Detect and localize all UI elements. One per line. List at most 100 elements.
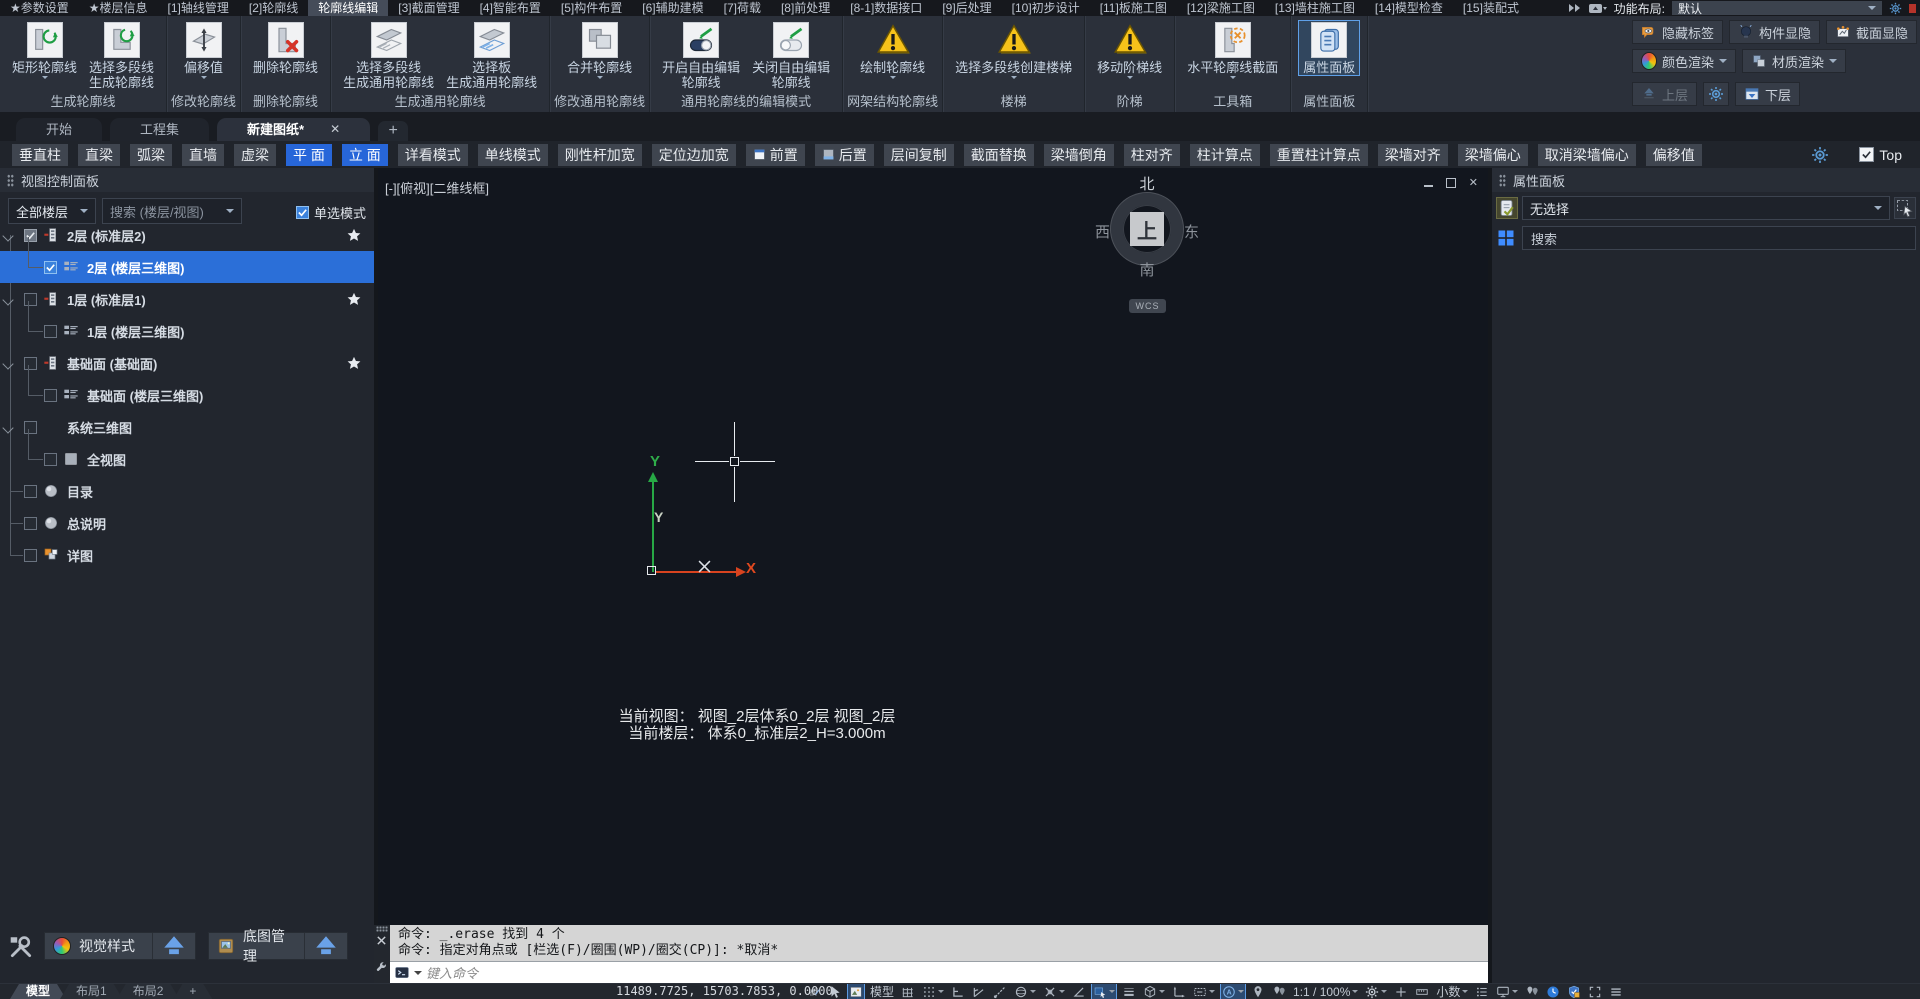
ribbon-button-选择多段线生成通用轮廓线[interactable]: 选择多段线生成通用轮廓线: [339, 21, 438, 90]
ribbon-button-水平轮廓线截面[interactable]: 水平轮廓线截面: [1183, 21, 1282, 79]
expand-up-icon[interactable]: [313, 933, 339, 959]
more-tabs-icon[interactable]: [1568, 3, 1582, 13]
menu-item-7[interactable]: [4]智能布置: [470, 0, 551, 16]
compass-south[interactable]: 南: [1139, 259, 1154, 280]
tree-row-2层-0[interactable]: 2层 (标准层2): [0, 219, 374, 251]
visual-style-button[interactable]: 视觉样式: [44, 932, 196, 960]
tree-row-系统三维图-6[interactable]: 系统三维图: [0, 411, 374, 443]
toolbar-button-刚性杆加宽[interactable]: 刚性杆加宽: [558, 144, 642, 166]
tree-row-1层-2[interactable]: 1层 (标准层1): [0, 283, 374, 315]
toolbar-button-柱对齐[interactable]: 柱对齐: [1124, 144, 1180, 166]
toolbar-button-详看模式[interactable]: 详看模式: [398, 144, 468, 166]
menu-item-6[interactable]: [3]截面管理: [388, 0, 469, 16]
layout-tab-布局2[interactable]: 布局2: [117, 984, 180, 999]
statusbar-space-label[interactable]: 模型: [869, 984, 895, 999]
ribbon-颜色渲染-button[interactable]: 颜色渲染: [1632, 49, 1736, 73]
toolbar-button-柱计算点[interactable]: 柱计算点: [1190, 144, 1260, 166]
properties-doc-icon[interactable]: [1893, 83, 1917, 107]
ribbon-构件显隐-button[interactable]: 构件显隐: [1729, 20, 1820, 44]
drag-handle-icon[interactable]: [7, 174, 14, 187]
statusbar-lineweight[interactable]: [1121, 984, 1137, 999]
ribbon-隐藏标签-button[interactable]: 隐藏标签: [1632, 20, 1723, 44]
statusbar-customization[interactable]: [1608, 984, 1624, 999]
view-compass[interactable]: 北 南 西 东 上: [1093, 173, 1201, 285]
viewport-controls-label[interactable]: [-][俯视][二维线框]: [385, 178, 489, 197]
toolbar-button-直墙[interactable]: 直墙: [182, 144, 224, 166]
menu-item-8[interactable]: [5]构件布置: [551, 0, 632, 16]
doc-check-icon[interactable]: [1496, 197, 1518, 219]
wcs-badge[interactable]: WCS: [1129, 299, 1166, 313]
close-icon[interactable]: ✕: [1469, 178, 1478, 189]
ribbon-下层-button[interactable]: 下层: [1735, 82, 1800, 106]
toolbar-button-取消梁墙偏心[interactable]: 取消梁墙偏心: [1538, 144, 1636, 166]
tree-expand-icon[interactable]: [2, 294, 13, 305]
tree-row-总说明-9[interactable]: 总说明: [0, 507, 374, 539]
statusbar-object-snap-tracking[interactable]: [992, 984, 1008, 999]
statusbar-annotation-autoscale[interactable]: [1250, 984, 1266, 999]
ribbon-button-选择板生成通用轮廓线[interactable]: 选择板生成通用轮廓线: [442, 21, 541, 90]
tree-row-目录-8[interactable]: 目录: [0, 475, 374, 507]
menu-item-10[interactable]: [7]荷载: [714, 0, 771, 16]
wrench-icon[interactable]: [375, 961, 388, 974]
ribbon-截面显隐-button[interactable]: 截面显隐: [1826, 20, 1917, 44]
ribbon-button-属性面板[interactable]: 属性面板: [1299, 21, 1359, 75]
toolbar-button-梁墙偏心[interactable]: 梁墙偏心: [1458, 144, 1528, 166]
statusbar-timer[interactable]: [1545, 984, 1561, 999]
layout-tab-模型[interactable]: 模型: [10, 984, 66, 999]
ribbon-collapse-icon[interactable]: [1589, 3, 1607, 14]
menu-item-11[interactable]: [8]前处理: [771, 0, 840, 16]
ribbon-button-关闭自由编辑轮廓线[interactable]: 关闭自由编辑轮廓线: [748, 21, 834, 90]
tools-icon[interactable]: [8, 934, 34, 960]
tree-row-基础面-5[interactable]: 基础面 (楼层三维图): [0, 379, 374, 411]
statusbar-selection-cursor[interactable]: [827, 984, 843, 999]
layout-tab-布局1[interactable]: 布局1: [60, 984, 123, 999]
statusbar-dynamic-input[interactable]: [1192, 984, 1216, 999]
toolbar-button-截面替换[interactable]: 截面替换: [964, 144, 1034, 166]
toolbar-button-定位边加宽[interactable]: 定位边加宽: [652, 144, 736, 166]
menu-item-18[interactable]: [14]模型检查: [1365, 0, 1453, 16]
menu-item-13[interactable]: [9]后处理: [932, 0, 1001, 16]
ribbon-gear-button[interactable]: [1703, 82, 1729, 106]
properties-search-input[interactable]: 搜索: [1522, 226, 1916, 250]
ribbon-button-开启自由编辑轮廓线[interactable]: 开启自由编辑轮廓线: [658, 21, 744, 90]
statusbar-selection-cycling[interactable]: [1092, 984, 1116, 999]
menu-item-9[interactable]: [6]辅助建模: [632, 0, 713, 16]
chevron-down-icon[interactable]: [414, 971, 422, 975]
toolbar-button-垂直柱[interactable]: 垂直柱: [12, 144, 68, 166]
statusbar-clean-screen[interactable]: [1587, 984, 1603, 999]
statusbar-units[interactable]: 小数: [1435, 984, 1469, 999]
drawing-viewport[interactable]: [-][俯视][二维线框] ✕ 北 南 西 东 上 WCS Y Y X: [378, 168, 1488, 925]
compass-north[interactable]: 北: [1139, 173, 1154, 194]
single-select-checkbox[interactable]: [296, 206, 309, 219]
tree-row-基础面-4[interactable]: 基础面 (基础面): [0, 347, 374, 379]
close-tab-icon[interactable]: ✕: [330, 118, 340, 141]
selection-dropdown[interactable]: 无选择: [1522, 196, 1890, 220]
drag-handle-icon[interactable]: [1499, 174, 1506, 187]
toolbar-button-弧梁[interactable]: 弧梁: [130, 144, 172, 166]
layout-select[interactable]: 默认: [1672, 1, 1882, 15]
settings-gear-icon[interactable]: [1889, 2, 1902, 15]
menu-item-2[interactable]: ★楼层信息: [79, 0, 158, 16]
statusbar-isometric-drafting[interactable]: [1013, 984, 1037, 999]
base-map-button[interactable]: 底图管理: [208, 932, 348, 960]
menu-item-15[interactable]: [11]板施工图: [1090, 0, 1177, 16]
statusbar-pin-toggles[interactable]: [1524, 984, 1540, 999]
compass-east[interactable]: 东: [1184, 221, 1199, 242]
menu-item-1[interactable]: ★参数设置: [0, 0, 79, 16]
statusbar-ucs-icon[interactable]: [1171, 984, 1187, 999]
toolbar-button-直梁[interactable]: 直梁: [78, 144, 120, 166]
toolbar-button-单线模式[interactable]: 单线模式: [478, 144, 548, 166]
select-objects-icon[interactable]: [1894, 197, 1916, 219]
ribbon-button-移动阶梯线[interactable]: 移动阶梯线: [1093, 21, 1166, 79]
menu-item-17[interactable]: [13]墙柱施工图: [1265, 0, 1365, 16]
statusbar-crosshair-toggle[interactable]: [1393, 984, 1409, 999]
ribbon-上层-button[interactable]: 上层: [1632, 82, 1697, 106]
statusbar-annotation-visibility[interactable]: A: [1221, 984, 1245, 999]
ribbon-button-合并轮廓线[interactable]: 合并轮廓线: [563, 21, 636, 79]
compass-west[interactable]: 西: [1095, 221, 1110, 242]
tree-checkbox[interactable]: [24, 517, 37, 530]
statusbar-reference-image[interactable]: [848, 984, 864, 999]
favorite-star-icon[interactable]: [346, 227, 362, 243]
document-tab-新建图纸*[interactable]: 新建图纸*✕: [217, 118, 370, 141]
menu-item-16[interactable]: [12]梁施工图: [1177, 0, 1265, 16]
